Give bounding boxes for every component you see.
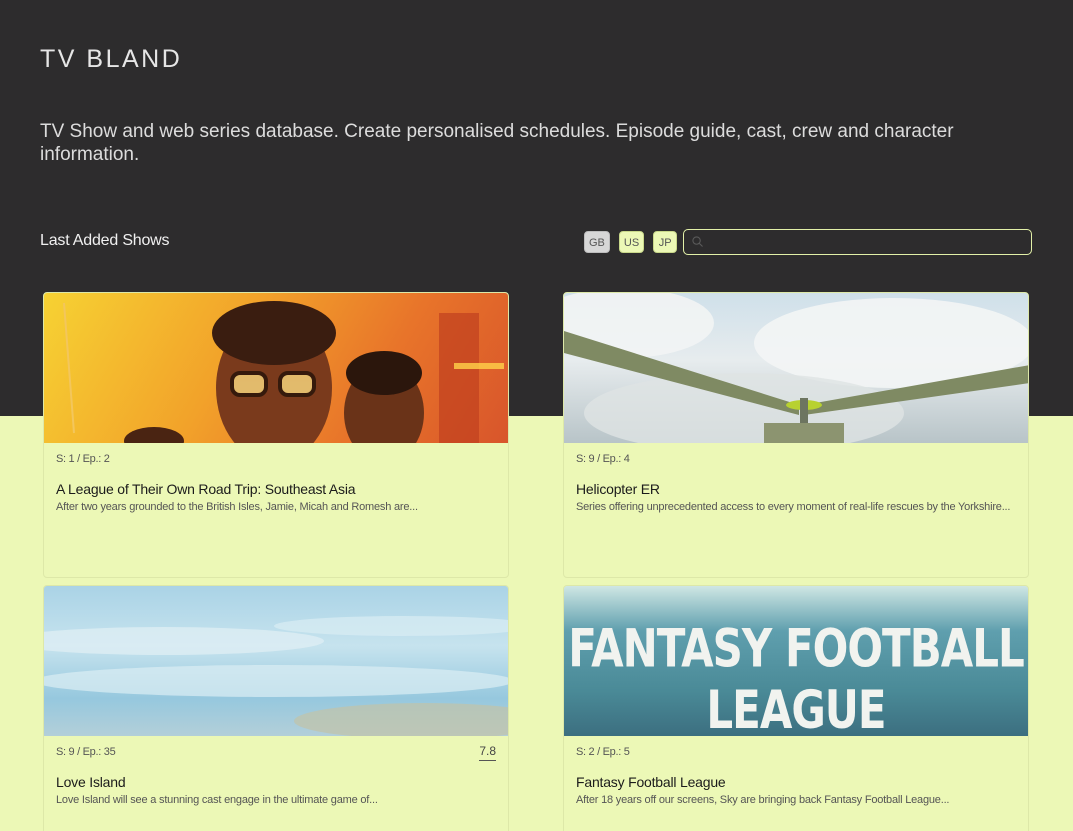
rating-badge: 7.8 [479, 744, 496, 761]
show-card[interactable]: S: 9 / Ep.: 35 7.8 Love Island Love Isla… [43, 585, 509, 831]
filter-us[interactable]: US [618, 231, 645, 253]
show-description: After two years grounded to the British … [56, 501, 418, 513]
show-poster: FANTASY FOOTBALL LEAGUE [564, 586, 1028, 736]
show-title[interactable]: Love Island [56, 774, 126, 790]
show-description: Series offering unprecedented access to … [576, 501, 1011, 513]
show-title[interactable]: A League of Their Own Road Trip: Southea… [56, 481, 356, 497]
section-title: Last Added Shows [40, 232, 170, 249]
show-card[interactable]: S: 9 / Ep.: 4 Helicopter ER Series offer… [563, 292, 1029, 578]
episode-info: S: 9 / Ep.: 35 [56, 746, 116, 758]
site-logo[interactable]: TV BLAND [40, 45, 182, 74]
filter-gb[interactable]: GB [584, 231, 610, 253]
show-title[interactable]: Fantasy Football League [576, 774, 726, 790]
search-icon [692, 236, 703, 247]
show-poster [44, 586, 508, 736]
show-description: Love Island will see a stunning cast eng… [56, 794, 378, 806]
search-input[interactable] [683, 229, 1032, 255]
site-tagline: TV Show and web series database. Create … [40, 121, 954, 165]
episode-info: S: 1 / Ep.: 2 [56, 453, 110, 465]
show-poster [44, 293, 508, 443]
show-poster [564, 293, 1028, 443]
country-filters: GB US JP [584, 231, 678, 253]
episode-info: S: 2 / Ep.: 5 [576, 746, 630, 758]
show-card[interactable]: FANTASY FOOTBALL LEAGUE S: 2 / Ep.: 5 Fa… [563, 585, 1029, 831]
show-card[interactable]: S: 1 / Ep.: 2 A League of Their Own Road… [43, 292, 509, 578]
show-description: After 18 years off our screens, Sky are … [576, 794, 950, 806]
show-title[interactable]: Helicopter ER [576, 481, 660, 497]
poster-title-text: FANTASY FOOTBALL LEAGUE [568, 617, 1025, 736]
episode-info: S: 9 / Ep.: 4 [576, 453, 630, 465]
filter-jp[interactable]: JP [653, 231, 678, 253]
